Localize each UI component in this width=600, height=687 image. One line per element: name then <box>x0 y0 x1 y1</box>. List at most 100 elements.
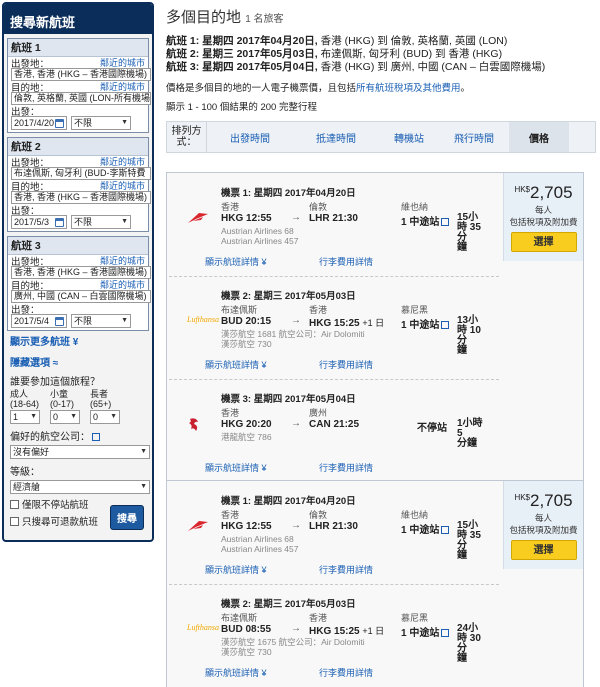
airline-info: 漢莎航空 1681 航空公司：Air Dolomiti 漢莎航空 730 <box>221 329 365 349</box>
price-info: 價格是多個目的地的一人電子機票價，且包括所有航班稅項及其他費用。 <box>166 80 596 94</box>
baggage-fees-link[interactable]: 行李費用詳情 <box>319 255 373 268</box>
select-button[interactable]: 選擇 <box>510 232 577 252</box>
results-main: 多個目的地 1 名旅客 航班 1: 星期四 2017年04月20日, 香港 (H… <box>166 0 596 153</box>
class-value: 經濟艙 <box>13 482 41 492</box>
date-row: 2017/4/20 不限 ▼ <box>8 116 148 132</box>
nonstop-checkbox[interactable] <box>10 499 19 509</box>
depart-date-input[interactable]: 2017/5/4 <box>11 314 67 328</box>
airline-line2: Austrian Airlines 457 <box>221 236 299 246</box>
senior-select[interactable]: 0 ▼ <box>90 410 120 424</box>
stops-info: 不停站 <box>417 419 447 434</box>
depart-date-input[interactable]: 2017/5/3 <box>11 215 67 229</box>
duration-line2: 分鐘 <box>457 438 477 449</box>
adult-select[interactable]: 1 ▼ <box>10 410 40 424</box>
show-flight-details-link[interactable]: 顯示航班詳情 ¥ <box>205 461 267 474</box>
chevron-down-icon: ▼ <box>121 317 128 324</box>
depart-date-value: 2017/5/4 <box>14 316 50 326</box>
external-link-icon[interactable] <box>441 526 450 535</box>
flight-leg-1: 航班 1 出發地： 鄰近的城市 香港, 香港 (HKG – 香港國際機場) 目的地： 鄰近… <box>7 38 151 133</box>
baggage-fees-link[interactable]: 行李費用詳情 <box>319 461 373 474</box>
depart-label: 出發： <box>11 205 40 217</box>
price-value: 2,705 <box>530 183 573 202</box>
show-flight-details-link[interactable]: 顯示航班詳情 ¥ <box>205 358 267 371</box>
departure-city: 布達佩斯 <box>221 305 258 315</box>
show-flight-details-link[interactable]: 顯示航班詳情 ¥ <box>205 255 267 268</box>
depart-time-value: 不限 <box>74 118 93 128</box>
nearby-cities-link[interactable]: 鄰近的城市 <box>100 179 145 192</box>
calendar-icon[interactable] <box>55 316 64 326</box>
fees-link[interactable]: 所有航班稅項及其他費用 <box>356 83 461 94</box>
flight-leg-2: 航班 2 出發地： 鄰近的城市 布達佩斯, 匈牙利 (BUD-李斯特費 目的地： 鄰近的城… <box>7 137 151 232</box>
show-flight-details-link[interactable]: 顯示航班詳情 ¥ <box>205 563 267 576</box>
search-button[interactable]: 搜尋 <box>110 505 144 530</box>
baggage-fees-link[interactable]: 行李費用詳情 <box>319 666 373 679</box>
senior-range: (65+) <box>90 399 112 409</box>
depart-time-select[interactable]: 不限 ▼ <box>71 116 131 130</box>
child-group: 小童 (0-17) 0 ▼ <box>50 389 84 424</box>
airline-pref-select[interactable]: 沒有偏好 ▼ <box>10 445 150 459</box>
segment-title: 機票 1: 星期四 2017年04月20日 <box>221 188 356 199</box>
sort-duration[interactable]: 飛行時間 <box>439 130 509 145</box>
chevron-down-icon: ▼ <box>140 483 147 490</box>
external-link-icon[interactable] <box>92 433 100 442</box>
external-link-icon[interactable] <box>441 629 450 638</box>
depart-time-select[interactable]: 不限 ▼ <box>71 215 131 229</box>
arrival-time: LHR 21:30 <box>309 521 358 532</box>
airline-pref-text: 偏好的航空公司： <box>10 432 90 443</box>
departure-city: 布達佩斯 <box>221 613 258 623</box>
show-flight-details-link[interactable]: 顯示航班詳情 ¥ <box>205 666 267 679</box>
from-row: 出發地： 鄰近的城市 <box>8 56 148 70</box>
airline-logo-lufthansa: Lufthansa <box>186 622 223 635</box>
arrival-clock: 21:30 <box>332 521 358 532</box>
arrow-right-icon: → <box>291 623 301 634</box>
airline-info: 漢莎航空 1675 航空公司：Air Dolomiti 漢莎航空 730 <box>221 637 365 657</box>
departure-clock: 08:55 <box>245 624 272 635</box>
external-link-icon[interactable] <box>441 321 450 330</box>
arrival-time: HKG 15:25 +1 日 <box>309 624 384 637</box>
calendar-icon[interactable] <box>55 118 64 128</box>
nearby-cities-link[interactable]: 鄰近的城市 <box>100 56 145 69</box>
depart-time-select[interactable]: 不限 ▼ <box>71 314 131 328</box>
nearby-cities-link[interactable]: 鄰近的城市 <box>100 80 145 93</box>
sort-price[interactable]: 價格 <box>509 122 569 152</box>
calendar-icon[interactable] <box>55 217 64 227</box>
chevron-down-icon: ▼ <box>110 413 117 420</box>
segment-divider <box>169 584 499 585</box>
sort-stops[interactable]: 轉機站 <box>379 130 439 145</box>
price-currency: HK$ <box>514 493 530 502</box>
departure-code: BUD <box>221 316 243 327</box>
class-select[interactable]: 經濟艙 ▼ <box>10 480 150 494</box>
departure-city: 香港 <box>221 408 240 418</box>
show-more-flights-link[interactable]: 顯示更多航班 ¥ <box>7 331 149 348</box>
nearby-cities-link[interactable]: 鄰近的城市 <box>100 155 145 168</box>
chevron-down-icon: ▼ <box>140 448 147 455</box>
leg-heading: 航班 1 <box>8 39 148 57</box>
baggage-fees-link[interactable]: 行李費用詳情 <box>319 563 373 576</box>
departure-time: BUD 20:15 <box>221 316 271 327</box>
external-link-icon[interactable] <box>441 218 450 227</box>
depart-date-input[interactable]: 2017/4/20 <box>11 116 67 130</box>
hide-options-link[interactable]: 隱藏選項 ≈ <box>7 348 149 369</box>
page-title: 多個目的地 1 名旅客 <box>166 0 596 27</box>
duration-line3: 鐘 <box>457 550 467 561</box>
select-button[interactable]: 選擇 <box>510 540 577 560</box>
duration: 15小時 35分鐘 <box>457 213 485 253</box>
duration-line3: 鐘 <box>457 653 467 664</box>
arrival-code: LHR <box>309 213 330 224</box>
refundable-checkbox[interactable] <box>10 516 19 526</box>
travelers-label: 誰要參加這個旅程？ <box>10 377 100 388</box>
page-title-text: 多個目的地 <box>166 9 242 26</box>
baggage-fees-link[interactable]: 行李費用詳情 <box>319 358 373 371</box>
departure-city: 香港 <box>221 202 240 212</box>
sort-departure[interactable]: 出發時間 <box>207 130 293 145</box>
sort-arrival[interactable]: 抵達時間 <box>293 130 379 145</box>
nearby-cities-link[interactable]: 鄰近的城市 <box>100 254 145 267</box>
nearby-cities-link[interactable]: 鄰近的城市 <box>100 278 145 291</box>
stops-label: 1 中途站 <box>401 525 440 536</box>
date-row: 2017/5/4 不限 ▼ <box>8 314 148 330</box>
child-select[interactable]: 0 ▼ <box>50 410 80 424</box>
senior-value: 0 <box>93 412 99 422</box>
chevron-down-icon: ▼ <box>70 413 77 420</box>
duration: 1小時 5 分鐘 <box>457 419 485 449</box>
adult-group: 成人 (18-64) 1 ▼ <box>10 389 44 424</box>
